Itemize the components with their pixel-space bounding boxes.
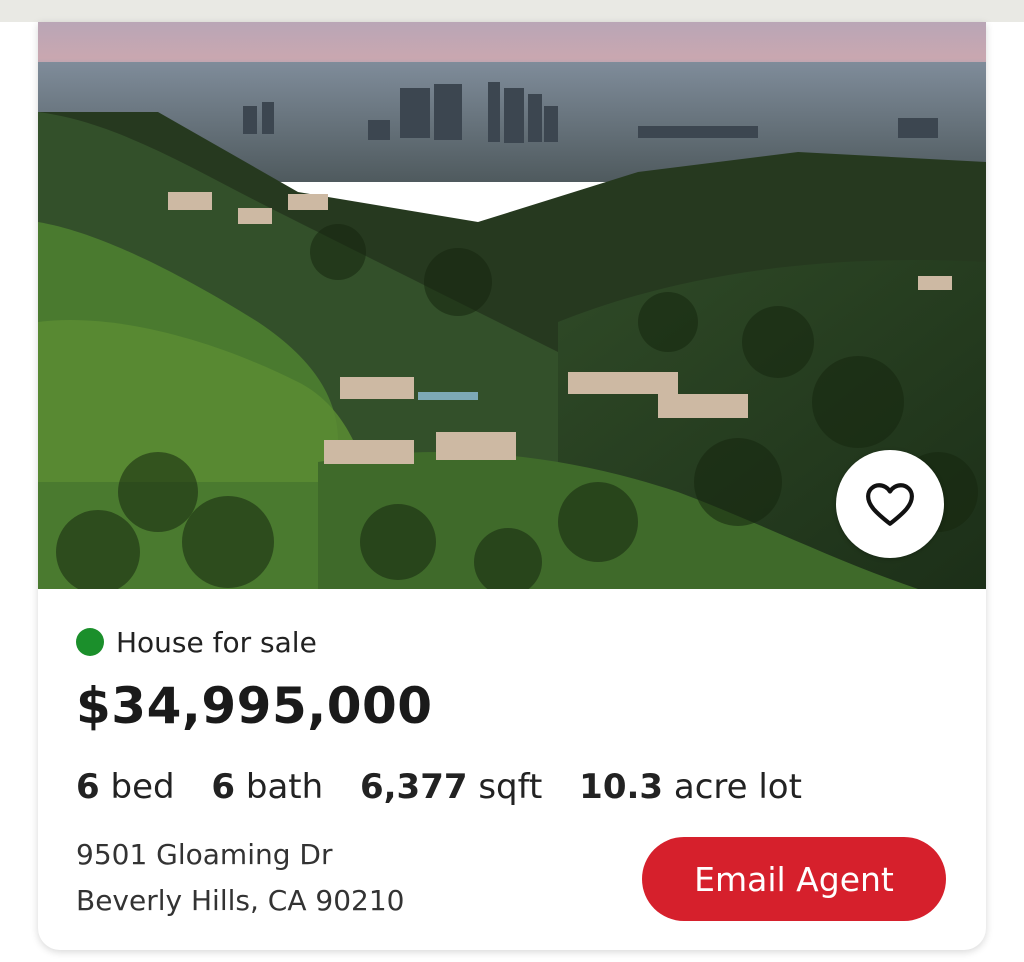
favorite-button[interactable] bbox=[836, 450, 944, 558]
spec-baths-unit: bath bbox=[245, 767, 324, 807]
listing-status: House for sale bbox=[76, 622, 317, 662]
status-text: House for sale bbox=[116, 625, 317, 659]
spec-beds: 6 bed bbox=[76, 767, 175, 807]
listing-price: $34,995,000 bbox=[76, 677, 433, 735]
address-line-2: Beverly Hills, CA 90210 bbox=[76, 884, 405, 917]
listing-photo[interactable] bbox=[38, 22, 986, 589]
spec-baths-value: 6 bbox=[211, 767, 236, 807]
spec-baths: 6 bath bbox=[211, 767, 323, 807]
spec-lot-value: 10.3 bbox=[579, 767, 664, 807]
listing-card[interactable]: House for sale $34,995,000 6 bed 6 bath … bbox=[38, 22, 986, 950]
spec-sqft: 6,377 sqft bbox=[360, 767, 542, 807]
heart-outline-icon bbox=[866, 483, 914, 526]
spec-beds-value: 6 bbox=[76, 767, 100, 807]
spec-lot: 10.3 acre lot bbox=[579, 767, 802, 807]
address-line-1: 9501 Gloaming Dr bbox=[76, 838, 333, 871]
listing-address: 9501 Gloaming Dr Beverly Hills, CA 90210 bbox=[76, 832, 404, 924]
spec-sqft-value: 6,377 bbox=[359, 767, 468, 807]
spec-beds-unit: bed bbox=[110, 767, 175, 807]
spec-sqft-unit: sqft bbox=[478, 767, 543, 807]
status-indicator-dot bbox=[76, 628, 104, 656]
spec-lot-unit: acre lot bbox=[673, 767, 802, 807]
top-bar bbox=[0, 0, 1024, 22]
email-agent-button[interactable]: Email Agent bbox=[642, 837, 946, 921]
listing-specs: 6 bed 6 bath 6,377 sqft 10.3 acre lot bbox=[76, 767, 828, 807]
